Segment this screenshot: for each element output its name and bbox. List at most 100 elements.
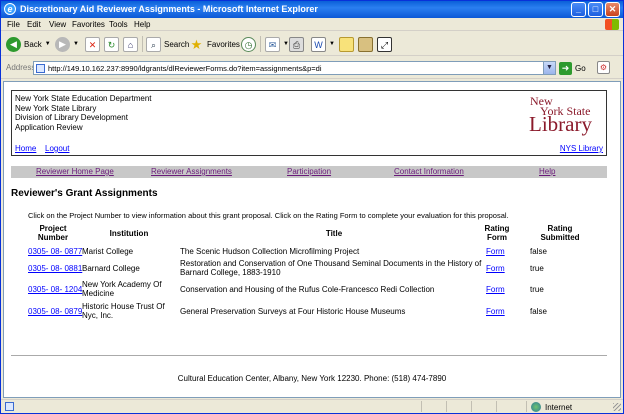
project-number-link[interactable]: 0305- 08- 0881 [28,264,82,273]
rating-form-link[interactable]: Form [486,285,505,294]
favorites-label: Favorites [207,39,240,49]
rating-form-link[interactable]: Form [486,264,505,273]
maximize-button[interactable]: □ [588,2,603,17]
page-viewport: New York State Education Department New … [3,81,621,398]
close-button[interactable]: ✕ [605,2,620,17]
back-arrow-icon: ◀ [6,36,21,52]
column-header-project-number: Project Number [33,224,73,242]
nav-contact-information[interactable]: Contact Information [394,167,464,176]
column-header-rating-submitted: Rating Submitted [535,224,585,242]
status-divider [446,401,447,412]
institution-line: Historic House Trust Of [82,302,165,311]
toolbar: ◀ Back ▼ ▶ ▼ ✕ ↻ ⌂ ⌕ Search ★ Favorites … [1,32,623,56]
nav-help[interactable]: Help [539,167,555,176]
extension-icon[interactable]: ⚙ [597,61,610,74]
menu-view[interactable]: View [49,20,66,29]
status-divider [526,401,527,412]
menu-bar: File Edit View Favorites Tools Help [1,18,623,31]
forward-button[interactable]: ▶ ▼ [55,35,79,53]
address-input[interactable]: http://149.10.162.237:8990/ldgrants/dlRe… [33,61,556,75]
home-button[interactable]: ⌂ [123,35,138,53]
institution-line: New York Academy Of [82,280,162,289]
search-button[interactable]: ⌕ Search [146,35,189,53]
print-button[interactable]: ⎙ [289,35,304,53]
resize-grip-icon[interactable] [613,403,621,411]
mail-icon: ✉ [265,36,280,52]
project-number-link[interactable]: 0305- 08- 0877 [28,247,82,256]
page-icon [36,64,45,73]
header-text: Project [39,224,67,233]
header-text: Number [37,233,69,242]
institution-line: Nyc, Inc. [82,311,114,320]
edit-button[interactable]: W ▼ [311,35,335,53]
go-button[interactable]: ➜ Go [559,61,586,75]
word-edit-icon: W [311,36,326,52]
rating-submitted-cell: false [530,307,547,316]
address-label: Address [6,63,36,72]
go-label: Go [575,63,586,73]
nys-library-link[interactable]: NYS Library [560,144,603,153]
menu-help[interactable]: Help [134,20,150,29]
site-header: New York State Education Department New … [11,90,607,156]
history-icon: ◷ [241,36,256,52]
logout-link[interactable]: Logout [45,144,69,153]
header-text: Submitted [540,233,580,242]
footer-address: Cultural Education Center, Albany, New Y… [177,374,447,383]
research-button[interactable] [358,35,373,53]
security-zone: Internet [531,402,572,412]
printer-icon: ⎙ [289,36,304,52]
search-icon: ⌕ [146,36,161,52]
title-cell: Conservation and Housing of the Rufus Co… [180,285,435,294]
research-icon [358,36,373,52]
nys-library-logo: New York State Library [528,94,602,138]
header-text: Rating [484,224,510,233]
history-button[interactable]: ◷ [241,35,256,53]
institution-cell: Barnard College [82,264,140,273]
page-title: Reviewer's Grant Assignments [11,188,158,199]
discuss-button[interactable] [339,35,354,53]
messenger-button[interactable]: ⤢ [377,35,392,53]
back-label: Back [24,39,42,49]
favorites-button[interactable]: ★ Favorites [189,35,240,53]
nav-reviewer-assignments[interactable]: Reviewer Assignments [151,167,232,176]
mail-button[interactable]: ✉ ▼ [265,35,289,53]
dropdown-arrow-icon: ▼ [329,41,335,47]
menu-tools[interactable]: Tools [109,20,128,29]
status-bar: Internet [1,399,623,413]
go-arrow-icon: ➜ [559,61,572,75]
home-link[interactable]: Home [15,144,36,153]
refresh-button[interactable]: ↻ [104,35,119,53]
header-line: New York State Education Department [15,94,152,103]
zone-label: Internet [545,402,573,412]
address-bar: Address http://149.10.162.237:8990/ldgra… [1,57,623,79]
institution-cell: Historic House Trust Of Nyc, Inc. [82,302,165,320]
header-line: Application Review [15,122,83,132]
menu-edit[interactable]: Edit [27,20,41,29]
project-number-link[interactable]: 0305- 08- 0879 [28,307,82,316]
title-cell: Restoration and Conservation of One Thou… [180,259,481,277]
rating-form-link[interactable]: Form [486,307,505,316]
windows-logo-icon [605,19,619,30]
header-text: Form [487,233,507,242]
nav-participation[interactable]: Participation [287,167,331,176]
forward-arrow-icon: ▶ [55,36,70,52]
menu-file[interactable]: File [7,20,20,29]
stop-button[interactable]: ✕ [85,35,100,53]
window-title: Discretionary Aid Reviewer Assignments -… [20,4,318,14]
home-icon: ⌂ [123,36,138,52]
address-dropdown-icon[interactable]: ▼ [543,62,555,74]
rating-form-link[interactable]: Form [486,247,505,256]
internet-explorer-icon: e [4,3,16,15]
header-line: New York State Library [15,103,97,113]
menu-favorites[interactable]: Favorites [72,20,105,29]
nav-reviewer-home[interactable]: Reviewer Home Page [36,167,114,176]
title-bar: e Discretionary Aid Reviewer Assignments… [1,1,623,18]
column-header-institution: Institution [109,229,149,238]
title-cell: General Preservation Surveys at Four His… [180,307,406,316]
project-number-link[interactable]: 0305- 08- 1204 [28,285,82,294]
minimize-button[interactable]: _ [571,2,586,17]
nav-bar: Reviewer Home Page Reviewer Assignments … [11,166,607,178]
address-url[interactable]: http://149.10.162.237:8990/ldgrants/dlRe… [48,64,322,73]
browser-window: e Discretionary Aid Reviewer Assignments… [0,0,624,414]
back-button[interactable]: ◀ Back ▼ [6,35,51,53]
